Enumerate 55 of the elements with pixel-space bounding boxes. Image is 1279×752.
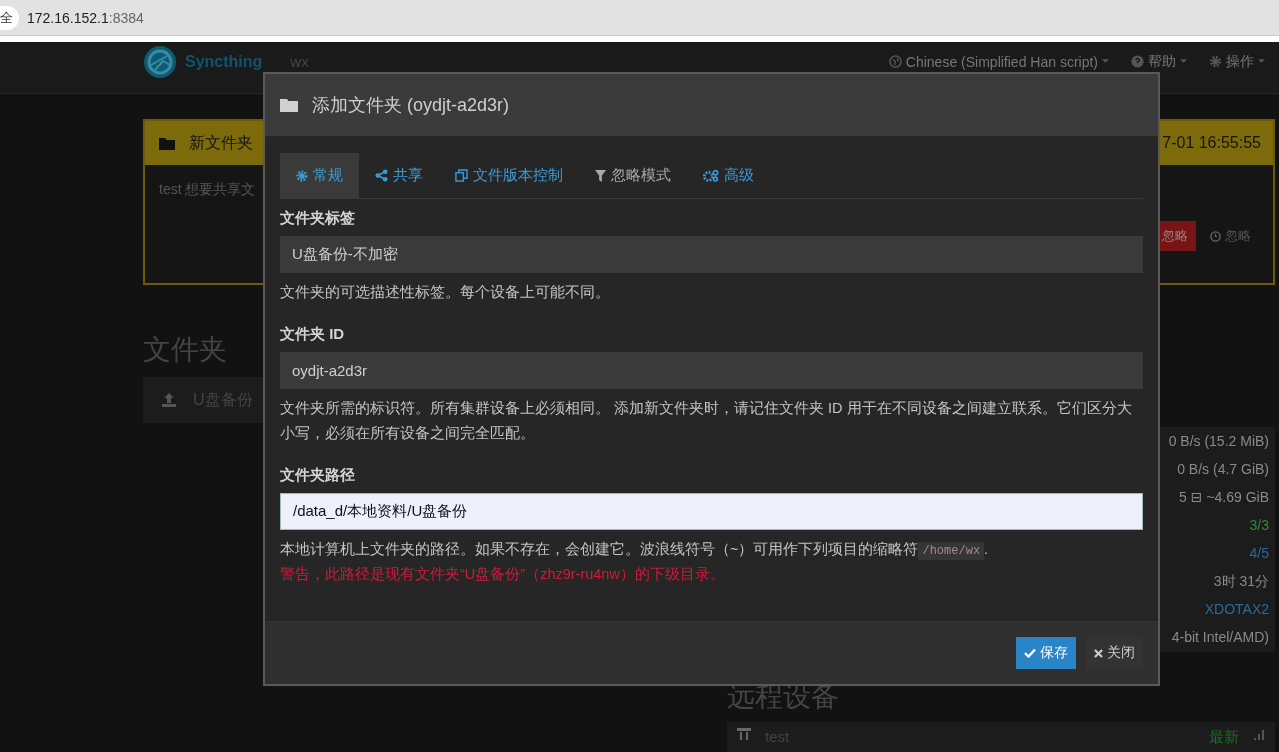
- field-label: 文件夹路径: [280, 466, 356, 485]
- folder-icon: [159, 136, 175, 150]
- caret-icon: [1180, 59, 1187, 64]
- stat-value: 4-bit Intel/AMD): [1171, 628, 1269, 647]
- settings-icon: [1209, 55, 1222, 68]
- notice-message: test 想要共享文: [159, 181, 256, 199]
- close-icon: [1094, 648, 1103, 658]
- stat-value: 3时 31分: [1213, 572, 1269, 591]
- stat-value: 4/5: [1249, 544, 1269, 563]
- nav-menu[interactable]: 操作: [1209, 52, 1265, 71]
- stat-value: 5 ⊟ ~4.69 GiB: [1179, 488, 1269, 507]
- signal-icon: [1253, 728, 1265, 740]
- url-text: 172.16.152.1:8384: [27, 9, 144, 26]
- security-badge[interactable]: 全: [0, 5, 19, 30]
- nav-menu[interactable]: 帮助: [1131, 52, 1187, 71]
- dialog-title: 添加文件夹 (oydjt-a2d3r): [312, 94, 510, 117]
- copy-icon: [455, 169, 468, 182]
- input-field[interactable]: U盘备份-不加密: [280, 236, 1143, 273]
- help-icon: [1131, 55, 1144, 68]
- tab[interactable]: 共享: [359, 153, 439, 198]
- tab[interactable]: 高级: [687, 153, 770, 198]
- close-button[interactable]: 关闭: [1086, 637, 1143, 669]
- help-text: 文件夹的可选描述性标签。每个设备上可能不同。: [280, 283, 611, 302]
- settings-icon: [296, 169, 308, 182]
- logo-icon[interactable]: [143, 44, 177, 79]
- folder-icon: [280, 98, 298, 112]
- filter-icon: [595, 169, 606, 182]
- nav-menu[interactable]: Chinese (Simplified Han script): [888, 53, 1109, 70]
- input-field[interactable]: /data_d/本地资料/U盘备份: [280, 493, 1143, 530]
- field-label: 文件夹标签: [280, 209, 356, 228]
- stat-value: XDOTAX2: [1204, 600, 1269, 619]
- field-label: 文件夹 ID: [280, 325, 346, 344]
- clock-icon: [1210, 230, 1221, 242]
- notice-title: 新文件夹: [189, 132, 253, 153]
- save-button[interactable]: 保存: [1016, 637, 1076, 669]
- path-code: /home/wx: [918, 542, 985, 560]
- tab[interactable]: 常规: [280, 153, 359, 198]
- stat-value: 3/3: [1249, 516, 1269, 535]
- caret-icon: [1102, 59, 1109, 64]
- warning-text: 警告，此路径是现有文件夹“U盘备份”（zhz9r-ru4nw）的下级目录。: [280, 565, 726, 584]
- stat-value: 0 B/s (4.7 GiB): [1177, 460, 1269, 479]
- caret-icon: [1258, 59, 1265, 64]
- share-icon: [375, 169, 388, 182]
- address-bar[interactable]: 全 172.16.152.1:8384: [0, 0, 1279, 36]
- device-status: 最新: [1209, 728, 1239, 747]
- stat-value: 0 B/s (15.2 MiB): [1168, 432, 1269, 451]
- server-icon: [737, 728, 751, 740]
- upload-icon: [161, 392, 177, 408]
- ignore-button[interactable]: 忽略: [1202, 221, 1259, 251]
- notice-time: 7-01 16:55:55: [1162, 134, 1261, 152]
- help-text: 文件夹所需的标识符。所有集群设备上必须相同。 添加新文件夹时，请记住文件夹 ID 用于在不同设备之间建立联系。它们区分大小写，必须在所有设备之间完全匹配。: [280, 399, 1133, 443]
- help-text: 本地计算机上文件夹的路径。如果不存在，会创建它。波浪线符号（~）可用作下列项目的缩略符 /home/wx .: [280, 540, 990, 562]
- tab[interactable]: 文件版本控制: [439, 153, 579, 198]
- input-field[interactable]: oydjt-a2d3r: [280, 352, 1143, 389]
- check-icon: [1024, 648, 1036, 658]
